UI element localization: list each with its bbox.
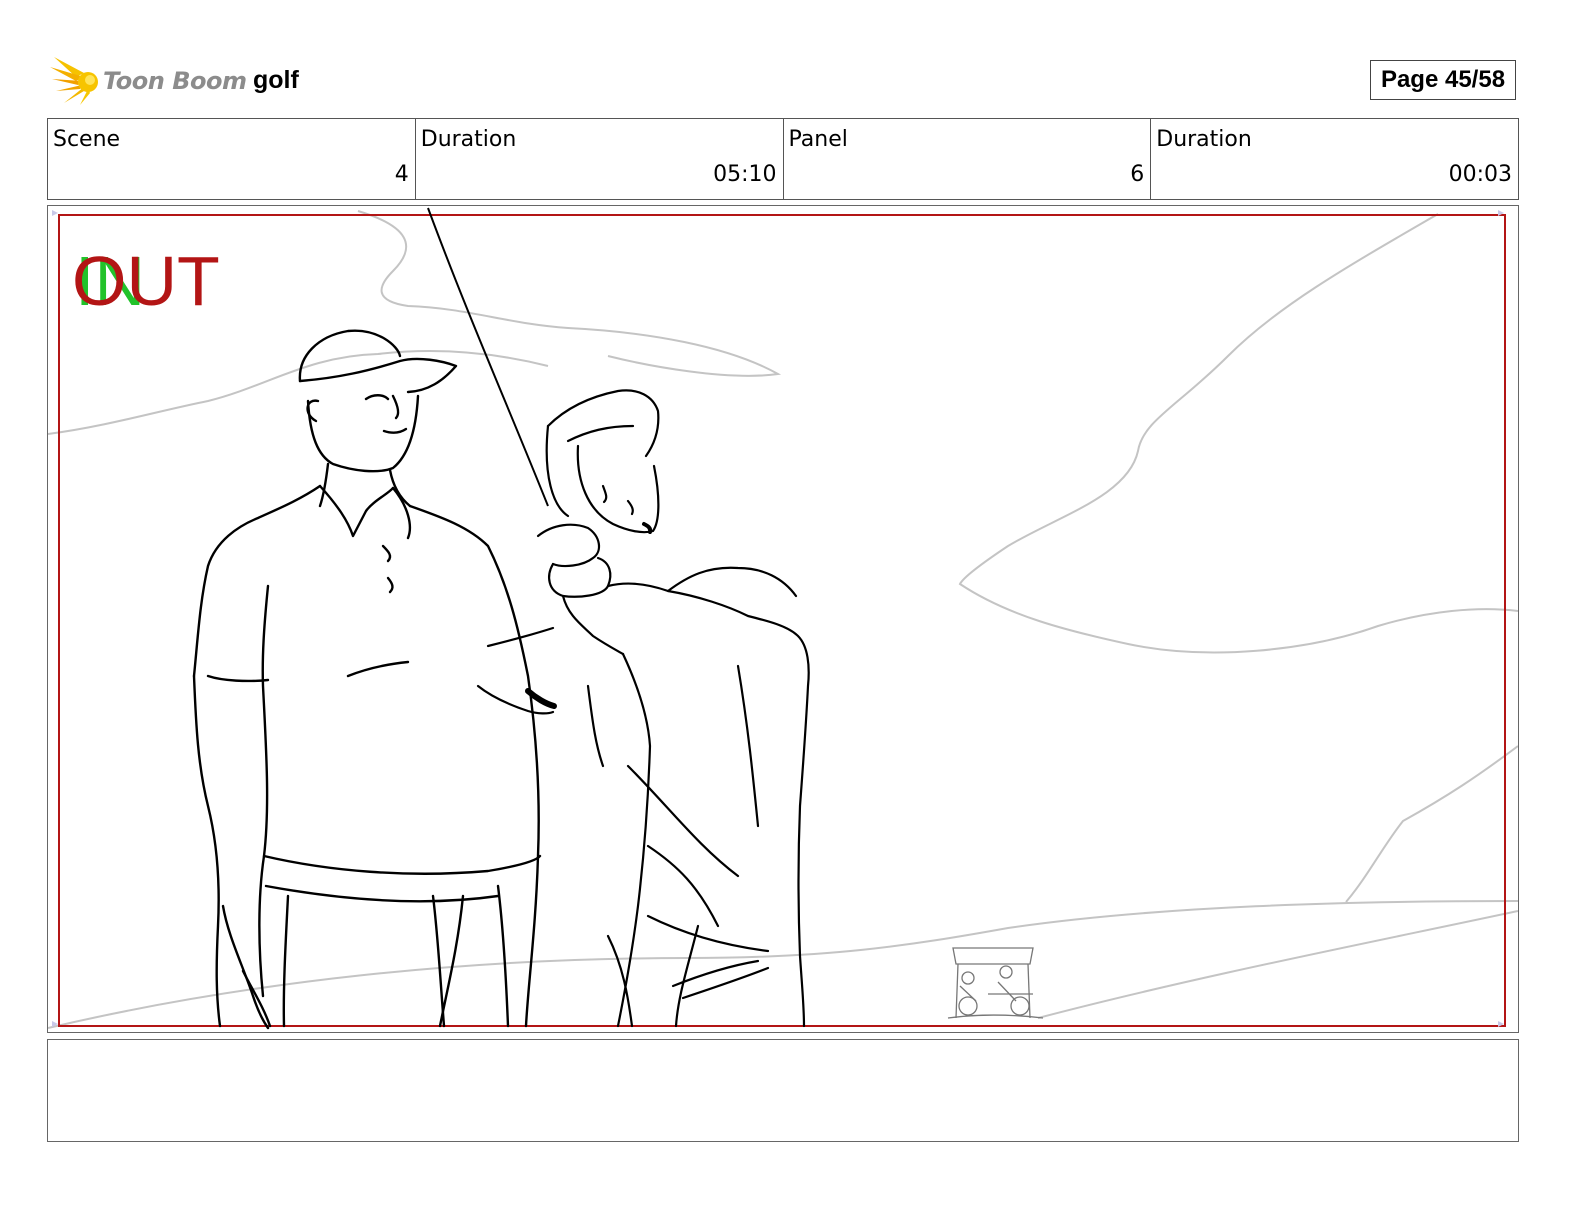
panel-drawing: IN OUT	[48, 207, 1518, 1030]
panel-duration-label: Duration	[1156, 127, 1252, 152]
scene-label: Scene	[53, 127, 121, 152]
background-sketch	[48, 210, 1518, 1029]
scene-duration-cell: Duration 05:10	[416, 119, 784, 199]
scene-duration-value: 05:10	[713, 162, 777, 187]
scene-value: 4	[394, 162, 409, 187]
out-marker: OUT	[72, 242, 220, 320]
golf-cart	[947, 947, 1044, 1019]
panel-duration-value: 00:03	[1448, 162, 1512, 187]
panel-cell: Panel 6	[784, 119, 1152, 199]
panel-value: 6	[1130, 162, 1145, 187]
scene-cell: Scene 4	[48, 119, 416, 199]
panel-duration-cell: Duration 00:03	[1151, 119, 1518, 199]
golfer-right	[536, 389, 810, 1028]
toon-boom-logo: Toon Boom	[50, 55, 247, 107]
scene-info-row: Scene 4 Duration 05:10 Panel 6 Duration …	[47, 118, 1519, 200]
panel-notes[interactable]	[47, 1039, 1519, 1142]
starburst-icon	[50, 57, 98, 105]
golf-club	[427, 207, 549, 507]
storyboard-panel: IN OUT	[47, 205, 1519, 1033]
panel-label: Panel	[788, 127, 848, 152]
project-title: golf	[253, 66, 299, 94]
page-indicator: Page 45/58	[1370, 60, 1516, 100]
golfer-left-arm	[476, 626, 557, 715]
golfer-left	[192, 329, 542, 1030]
brand-name: Toon Boom	[103, 67, 247, 95]
scene-duration-label: Duration	[420, 127, 517, 152]
